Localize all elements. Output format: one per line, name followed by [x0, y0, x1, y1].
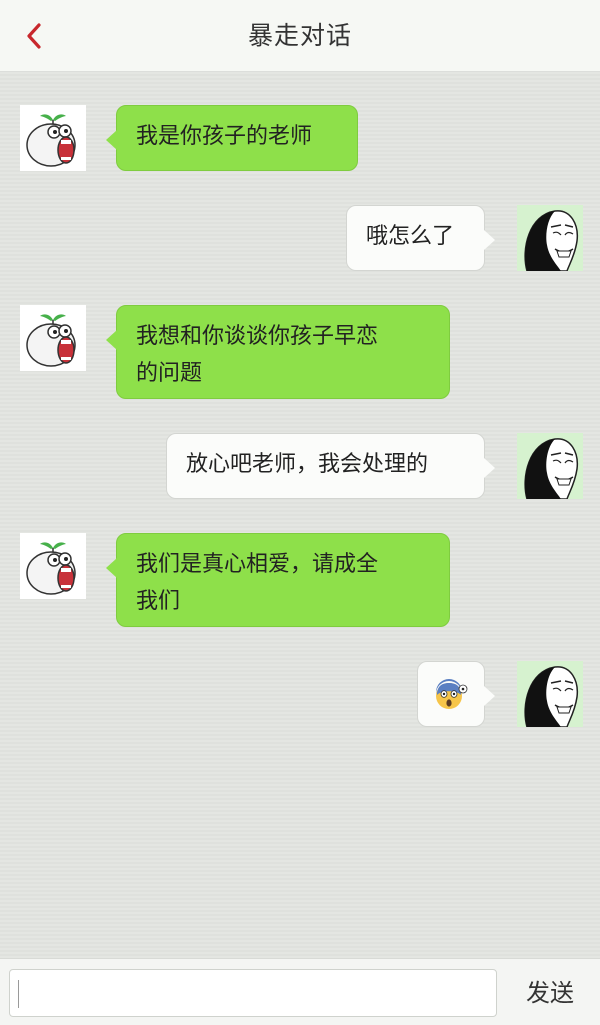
- teacher-avatar[interactable]: [20, 105, 86, 171]
- message-text-line: 我们是真心相爱，请成全: [136, 552, 379, 577]
- send-button[interactable]: 发送: [510, 969, 590, 1017]
- teacher-avatar[interactable]: [20, 533, 86, 599]
- message-bubble-received[interactable]: 我是你孩子的老师: [106, 105, 358, 171]
- message-text-line: 我想和你谈谈你孩子早恋: [136, 324, 379, 349]
- scared-face-emoji-icon: [436, 679, 468, 709]
- top-bar: 暴走对话: [0, 0, 600, 72]
- message-text: 我是你孩子的老师: [136, 124, 313, 149]
- troll-face-icon: [517, 205, 583, 271]
- screaming-rage-face-icon: [20, 105, 86, 171]
- message-text-line: 我们: [136, 589, 181, 614]
- message-text: 哦怎么了: [366, 224, 455, 249]
- message-bubble-sent[interactable]: 哦怎么了: [346, 205, 495, 271]
- message-text: 放心吧老师，我会处理的: [186, 452, 429, 477]
- text-cursor: [18, 980, 19, 1008]
- message-bubble-received[interactable]: 我想和你谈谈你孩子早恋 的问题: [106, 305, 450, 399]
- page-title: 暴走对话: [247, 21, 352, 50]
- user-avatar[interactable]: [517, 661, 583, 727]
- chat-area[interactable]: 我是你孩子的老师 哦怎么了 我想和你谈谈你孩子早恋 的问题 放心吧老师，我会处理…: [0, 72, 600, 958]
- teacher-avatar[interactable]: [20, 305, 86, 371]
- message-bubble-sent[interactable]: 放心吧老师，我会处理的: [166, 433, 495, 499]
- screaming-rage-face-icon: [20, 533, 86, 599]
- troll-face-icon: [517, 661, 583, 727]
- troll-face-icon: [517, 433, 583, 499]
- message-bubble-sent[interactable]: [417, 661, 495, 727]
- message-bubble-received[interactable]: 我们是真心相爱，请成全 我们: [106, 533, 450, 627]
- message-input[interactable]: [9, 969, 497, 1017]
- input-bar: 发送: [0, 958, 600, 1025]
- user-avatar[interactable]: [517, 433, 583, 499]
- message-text-line: 的问题: [136, 361, 203, 386]
- user-avatar[interactable]: [517, 205, 583, 271]
- screaming-rage-face-icon: [20, 305, 86, 371]
